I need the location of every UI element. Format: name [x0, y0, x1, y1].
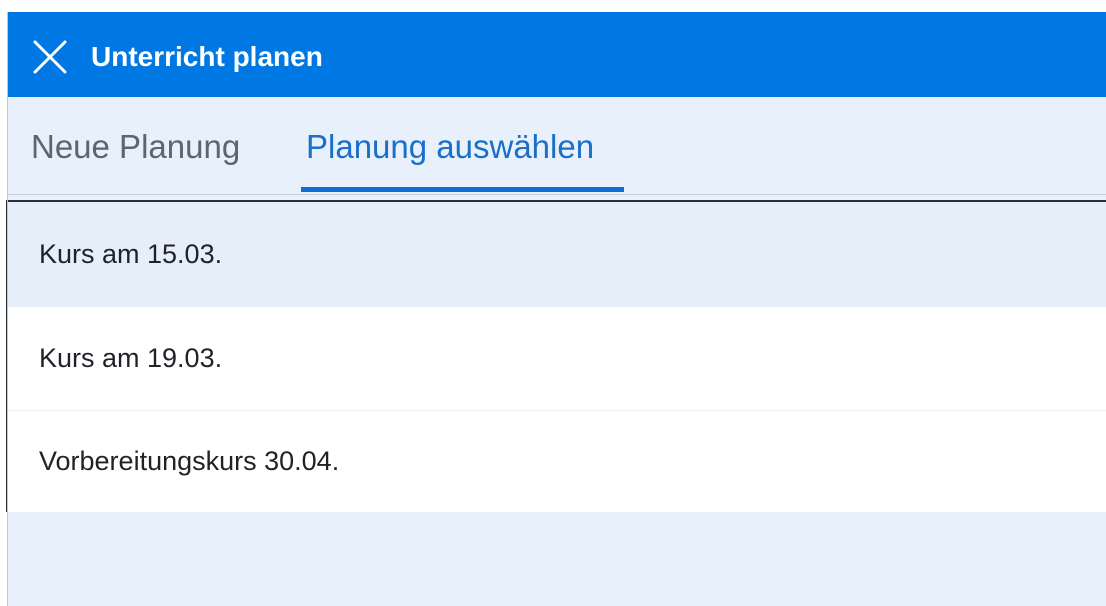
active-tab-indicator [301, 187, 624, 192]
list-item-label: Kurs am 19.03. [39, 343, 223, 373]
dialog-title: Unterricht planen [91, 41, 323, 72]
list-item-label: Kurs am 15.03. [39, 239, 223, 269]
close-icon [33, 40, 67, 74]
list-item[interactable]: Kurs am 15.03. [8, 202, 1106, 307]
close-button[interactable] [30, 37, 70, 77]
left-border [7, 12, 8, 606]
list-item[interactable]: Vorbereitungskurs 30.04. [8, 411, 1106, 512]
dialog-header: Unterricht planen [8, 12, 1106, 97]
tab-new-planning[interactable]: Neue Planung [31, 127, 240, 167]
top-strip [0, 0, 1106, 12]
tab-bar: Neue Planung Planung auswählen [8, 97, 1106, 195]
tab-select-planning[interactable]: Planung auswählen [306, 127, 594, 167]
app-frame: Unterricht planen Neue Planung Planung a… [0, 0, 1106, 606]
planning-list: Kurs am 15.03. Kurs am 19.03. Vorbereitu… [6, 200, 1106, 512]
list-item-label: Vorbereitungskurs 30.04. [39, 446, 340, 476]
list-item[interactable]: Kurs am 19.03. [8, 307, 1106, 411]
